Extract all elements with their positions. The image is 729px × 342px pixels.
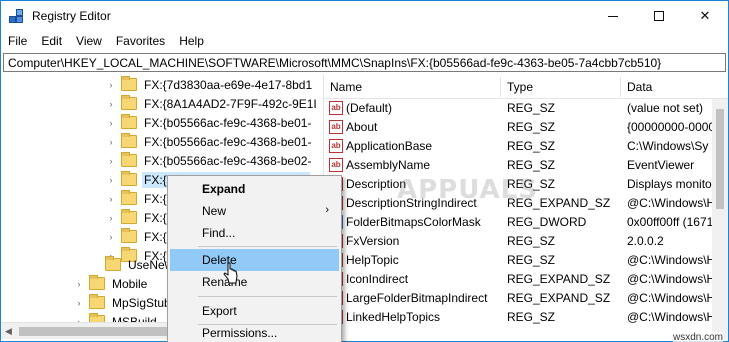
tree-item[interactable]: › Mobile [73,274,149,293]
expand-chevron-icon[interactable]: › [105,213,117,223]
folder-icon [121,209,137,224]
maximize-button[interactable] [636,1,682,31]
tree-item[interactable]: UseNew [89,255,175,274]
folder-icon [121,152,137,167]
column-header-data[interactable]: Data [627,80,652,94]
expand-chevron-icon[interactable]: › [105,118,117,128]
list-row[interactable]: ab About REG_SZ {00000000-0000 [324,118,728,137]
folder-icon [121,95,137,110]
scrollbar-thumb[interactable] [716,109,724,209]
list-row[interactable]: ab HelpTopic REG_SZ @C:\Windows\He [324,251,728,270]
expand-chevron-icon[interactable]: › [73,279,85,289]
list-row[interactable]: 011110 FolderBitmapsColorMask REG_DWORD … [324,213,728,232]
values-list: Name Type Data ab (Default) REG_SZ (valu… [324,75,728,339]
site-watermark: wsxdn.com [673,332,724,342]
tree-item[interactable]: › FX:{8A1A4AD2-7F9F-492c-9E1I [105,94,319,113]
expand-chevron-icon[interactable]: › [105,80,117,90]
list-row[interactable]: ab LargeFolderBitmapIndirect REG_EXPAND_… [324,289,728,308]
context-menu: Expand New › Find... Delete Rename Expor… [167,175,342,342]
tree-item[interactable]: › MpSigStub [73,293,173,312]
tree-item[interactable]: › FX:{c [105,208,175,227]
column-header-name[interactable]: Name [330,80,362,94]
close-icon: ✕ [699,8,711,23]
menu-favorites[interactable]: Favorites [109,32,172,52]
menu-bar: File Edit View Favorites Help [1,32,728,52]
menu-help[interactable]: Help [172,32,211,52]
folder-icon [121,190,137,205]
menu-separator [198,246,337,247]
folder-icon [121,171,137,186]
folder-icon [105,256,121,271]
registry-editor-window: Registry Editor ✕ File Edit View Favorit… [0,0,729,342]
context-menu-delete[interactable]: Delete [170,249,339,271]
context-menu-expand[interactable]: Expand [170,178,339,200]
string-value-icon: ab [329,139,343,153]
registry-editor-icon [9,9,25,24]
expand-chevron-icon[interactable]: › [73,298,85,308]
expand-chevron-icon[interactable]: › [105,194,117,204]
menu-file[interactable]: File [1,32,34,52]
list-row[interactable]: ab AssemblyName REG_SZ EventViewer [324,156,728,175]
tree-item[interactable]: › FX:{c [105,189,175,208]
menu-edit[interactable]: Edit [34,32,69,52]
list-row[interactable]: ab FxVersion REG_SZ 2.0.0.2 [324,232,728,251]
folder-icon [121,133,137,148]
submenu-arrow-icon: › [325,204,329,216]
tree-item[interactable]: › FX:{c [105,227,175,246]
folder-icon [121,76,137,91]
minimize-icon [608,15,618,17]
minimize-button[interactable] [590,1,636,31]
context-menu-export[interactable]: Export [170,300,339,322]
list-row[interactable]: ab LinkedHelpTopics REG_SZ @C:\Windows\H… [324,308,728,327]
tree-item[interactable]: › FX:{7d3830aa-e69e-4e17-8bd1 [105,75,314,94]
list-row[interactable]: ab (Default) REG_SZ (value not set) [324,99,728,118]
expand-chevron-icon[interactable]: › [105,156,117,166]
string-value-icon: ab [329,120,343,134]
watermark: APPUALS [397,175,538,205]
column-header-type[interactable]: Type [507,80,533,94]
mouse-cursor-icon [223,262,238,284]
list-header: Name Type Data [324,75,728,99]
maximize-icon [654,11,664,21]
folder-icon [121,228,137,243]
context-menu-new[interactable]: New › [170,200,339,222]
folder-icon [121,114,137,129]
list-vertical-scrollbar[interactable] [712,99,728,339]
context-menu-permissions[interactable]: Permissions... [170,322,339,342]
string-value-icon: ab [329,101,343,115]
window-title: Registry Editor [32,9,111,23]
close-button[interactable]: ✕ [682,1,728,31]
scroll-left-icon[interactable]: ◀ [5,326,12,337]
string-value-icon: ab [329,158,343,172]
list-row[interactable]: ab IconIndirect REG_EXPAND_SZ @C:\Window… [324,270,728,289]
tree-item[interactable]: › FX:{b05566ac-fe9c-4368-be02- [105,151,313,170]
folder-icon [89,275,105,290]
menu-separator [198,296,337,297]
folder-icon [89,294,105,309]
tree-item[interactable]: › FX:{b05566ac-fe9c-4368-be01- [105,132,313,151]
expand-chevron-icon[interactable]: › [105,99,117,109]
tree-item[interactable]: › FX:{b05566ac-fe9c-4368-be01- [105,113,313,132]
expand-chevron-icon[interactable]: › [105,137,117,147]
expand-chevron-icon[interactable]: › [105,175,117,185]
expand-chevron-icon[interactable]: › [105,232,117,242]
list-row[interactable]: ab ApplicationBase REG_SZ C:\Windows\Sy [324,137,728,156]
menu-view[interactable]: View [69,32,109,52]
context-menu-rename[interactable]: Rename [170,271,339,293]
address-bar[interactable]: Computer\HKEY_LOCAL_MACHINE\SOFTWARE\Mic… [3,53,726,72]
context-menu-find[interactable]: Find... [170,222,339,244]
title-bar: Registry Editor ✕ [1,1,728,31]
